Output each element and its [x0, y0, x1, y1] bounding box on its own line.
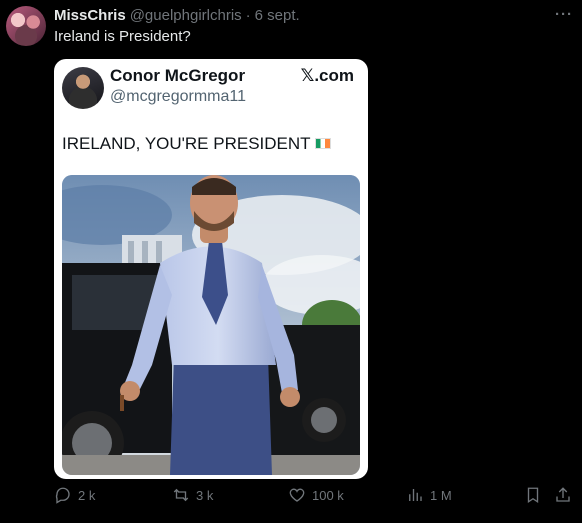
photo-illustration [62, 175, 360, 475]
views-count: 1 M [430, 487, 452, 503]
tweet-date[interactable]: 6 sept. [255, 7, 300, 24]
ireland-flag-icon [314, 138, 331, 149]
tweet[interactable]: MissChris @guelphgirlchris · 6 sept. ···… [0, 0, 582, 523]
action-bar: 2 k 3 k 100 k 1 M [0, 486, 582, 514]
embed-avatar [62, 67, 104, 109]
embed-photo [62, 175, 360, 475]
views-button[interactable]: 1 M [406, 486, 452, 504]
share-icon [556, 487, 570, 502]
bookmark-button[interactable] [524, 486, 542, 504]
like-count: 100 k [312, 487, 344, 503]
like-icon [289, 488, 305, 502]
author-display-name[interactable]: MissChris [54, 7, 126, 24]
x-logo-icon: 𝕏.com [300, 66, 354, 85]
embed-post-text: IRELAND, YOU'RE PRESIDENT [62, 134, 331, 154]
separator-dot: · [245, 7, 251, 24]
tweet-text: Ireland is President? [54, 28, 191, 45]
author-handle[interactable]: @guelphgirlchris [130, 7, 242, 24]
reply-button[interactable]: 2 k [54, 486, 95, 504]
author-avatar[interactable] [6, 6, 46, 46]
embed-author-name: Conor McGregor [110, 66, 246, 85]
share-button[interactable] [554, 486, 572, 504]
bookmark-icon [527, 487, 539, 504]
repost-icon [173, 488, 189, 502]
embed-author-handle: @mcgregormma11 [110, 88, 246, 105]
more-icon[interactable]: ··· [555, 6, 573, 23]
repost-button[interactable]: 3 k [172, 486, 213, 504]
views-icon [409, 489, 422, 501]
embed-post-text-content: IRELAND, YOU'RE PRESIDENT [62, 134, 311, 153]
reply-icon [55, 487, 70, 504]
embedded-post-image[interactable]: Conor McGregor @mcgregormma11 𝕏.com IREL… [54, 59, 368, 479]
reply-count: 2 k [78, 487, 96, 503]
like-button[interactable]: 100 k [288, 486, 344, 504]
repost-count: 3 k [196, 487, 214, 503]
tweet-header: MissChris @guelphgirlchris · 6 sept. [54, 7, 300, 24]
